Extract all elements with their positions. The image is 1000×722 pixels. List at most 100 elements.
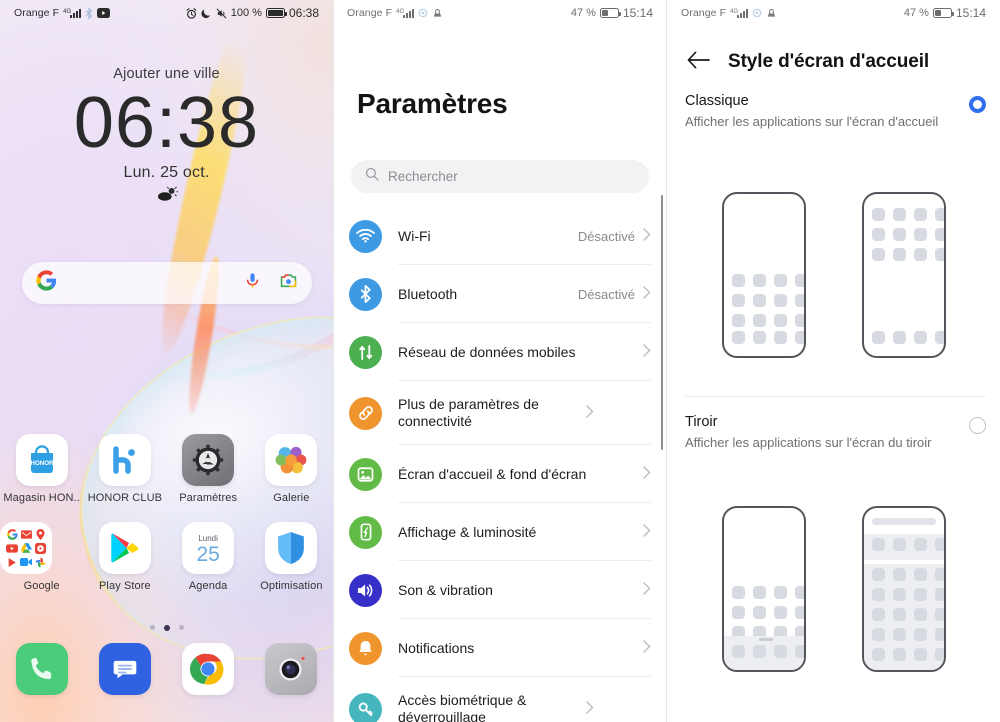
- home-status-bar: Orange F 4G 100 % 06:38: [0, 0, 333, 26]
- settings-row-more-connectivity[interactable]: Plus de paramètres de connectivité: [333, 381, 667, 445]
- calendar-day-number: 25: [196, 543, 220, 566]
- chevron-right-icon: [643, 524, 651, 540]
- settings-row-bluetooth[interactable]: Bluetooth Désactivé: [333, 265, 667, 323]
- app-label: Agenda: [188, 580, 228, 592]
- bluetooth-icon: [349, 277, 382, 311]
- carrier-label: Orange F: [681, 7, 727, 19]
- app-galerie[interactable]: Galerie: [250, 434, 333, 504]
- screenshot-root: Orange F 4G 100 % 06:38 Ajouter une vill…: [0, 0, 1000, 722]
- settings-row-sound-vibration[interactable]: Son & vibration: [333, 561, 667, 619]
- vpn-icon: [432, 8, 443, 18]
- youtube-icon: [97, 8, 111, 18]
- settings-row-label: Réseau de données mobiles: [398, 343, 576, 360]
- settings-row-display-brightness[interactable]: Affichage & luminosité: [333, 503, 667, 561]
- app-label: Google: [23, 580, 60, 592]
- folder-app-google: [6, 528, 18, 540]
- add-city-label[interactable]: Ajouter une ville: [0, 66, 333, 82]
- signal-icon: 4G: [63, 8, 82, 18]
- folder-app-play-movies: [6, 556, 18, 568]
- app-row: HONOR Magasin HON.. HONOR CLUB Paramètre…: [0, 434, 333, 504]
- settings-row-label: Affichage & luminosité: [398, 523, 537, 540]
- app-label: Paramètres: [179, 492, 238, 504]
- app-parametres[interactable]: Paramètres: [167, 434, 250, 504]
- app-label: Galerie: [273, 492, 310, 504]
- settings-row-label: Notifications: [398, 639, 475, 656]
- page-dot[interactable]: [149, 625, 155, 630]
- radio-classique[interactable]: [969, 96, 986, 113]
- drawer-search-bar: [871, 518, 936, 525]
- scrollbar-thumb[interactable]: [660, 195, 663, 450]
- option-name: Classique: [685, 93, 749, 109]
- settings-row-mobile-data[interactable]: Réseau de données mobiles: [333, 323, 667, 381]
- microphone-icon[interactable]: [244, 272, 261, 294]
- radio-tiroir[interactable]: [969, 417, 986, 434]
- battery-percent-label: 47 %: [570, 7, 596, 19]
- honor-store-icon: HONOR: [15, 434, 68, 486]
- search-icon: [365, 167, 379, 186]
- page-dot[interactable]: [178, 625, 184, 630]
- style-top-bar: Style d'écran d'accueil: [667, 42, 1000, 82]
- dock-app-camera[interactable]: [250, 643, 333, 695]
- page-indicator[interactable]: [0, 625, 333, 631]
- dock-app-messages[interactable]: [83, 643, 166, 695]
- settings-row-biometrics[interactable]: Accès biométrique & déverrouillage: [333, 677, 667, 722]
- link-icon: [349, 396, 382, 430]
- play-store-icon: [98, 522, 151, 574]
- settings-panel: Orange F 4G 47 % 15:14 Paramètres Recher…: [333, 0, 667, 722]
- settings-gear-icon: [182, 434, 235, 486]
- option-tiroir[interactable]: Tiroir Afficher les applications sur l'é…: [685, 413, 986, 452]
- dock-app-phone[interactable]: [0, 643, 83, 695]
- app-honor-club[interactable]: HONOR CLUB: [83, 434, 166, 504]
- back-arrow-icon[interactable]: [687, 51, 710, 74]
- clock-widget[interactable]: Ajouter une ville 06:38 Lun. 25 oct.: [0, 66, 333, 206]
- page-dot-active[interactable]: [163, 625, 170, 631]
- chevron-right-icon: [586, 701, 594, 717]
- app-label: Optimisation: [260, 580, 323, 592]
- chevron-right-icon: [586, 405, 594, 421]
- google-logo: [36, 270, 57, 296]
- dock-app-chrome[interactable]: [167, 643, 250, 695]
- bell-icon: [349, 631, 382, 665]
- search-placeholder: Rechercher: [388, 169, 458, 184]
- google-lens-icon[interactable]: [279, 272, 298, 294]
- battery-percent-label: 100 %: [230, 7, 262, 19]
- settings-row-label: Bluetooth: [398, 285, 458, 302]
- carrier-label: Orange F: [14, 7, 60, 19]
- dock: [0, 643, 333, 695]
- phone-mockup-tiroir-left: [721, 506, 806, 672]
- app-row: Google Play Store Lundi 25 Agenda Optimi…: [0, 522, 333, 592]
- battery-icon: [932, 8, 954, 18]
- option-description: Afficher les applications sur l'écran du…: [685, 435, 932, 450]
- optimizer-shield-icon: [265, 522, 318, 574]
- settings-row-notifications[interactable]: Notifications: [333, 619, 667, 677]
- settings-row-home-wallpaper[interactable]: Écran d'accueil & fond d'écran: [333, 445, 667, 503]
- phone-mockup-tiroir-right: [861, 506, 946, 672]
- folder-app-maps: [34, 528, 46, 540]
- app-agenda[interactable]: Lundi 25 Agenda: [167, 522, 250, 592]
- settings-row-label: Son & vibration: [398, 581, 493, 598]
- svg-text:HONOR: HONOR: [30, 460, 54, 467]
- folder-app-gmail: [20, 528, 32, 540]
- folder-app-youtube: [6, 542, 18, 554]
- mobile-data-icon: [349, 335, 382, 369]
- settings-row-wifi[interactable]: Wi-Fi Désactivé: [333, 207, 667, 265]
- display-icon: [349, 515, 382, 549]
- google-search-bar[interactable]: [22, 262, 312, 304]
- page-title: Paramètres: [357, 88, 508, 119]
- app-magasin-honor[interactable]: HONOR Magasin HON..: [0, 434, 83, 504]
- app-optimisation[interactable]: Optimisation: [250, 522, 333, 592]
- option-name: Tiroir: [685, 414, 718, 430]
- honor-club-icon: [98, 434, 151, 486]
- phone-mockup-classique-right: [861, 192, 946, 358]
- search-input[interactable]: Rechercher: [351, 160, 649, 193]
- chevron-right-icon: [643, 466, 651, 482]
- option-classique[interactable]: Classique Afficher les applications sur …: [685, 92, 986, 131]
- wallpaper-icon: [349, 457, 382, 491]
- chevron-right-icon: [643, 344, 651, 360]
- widget-date: Lun. 25 oct.: [123, 164, 210, 181]
- app-play-store[interactable]: Play Store: [83, 522, 166, 592]
- phone-mockup-classique-left: [721, 192, 806, 358]
- widget-time: 06:38: [73, 83, 260, 163]
- folder-app-meet: [20, 556, 32, 568]
- app-google-folder[interactable]: Google: [0, 522, 83, 592]
